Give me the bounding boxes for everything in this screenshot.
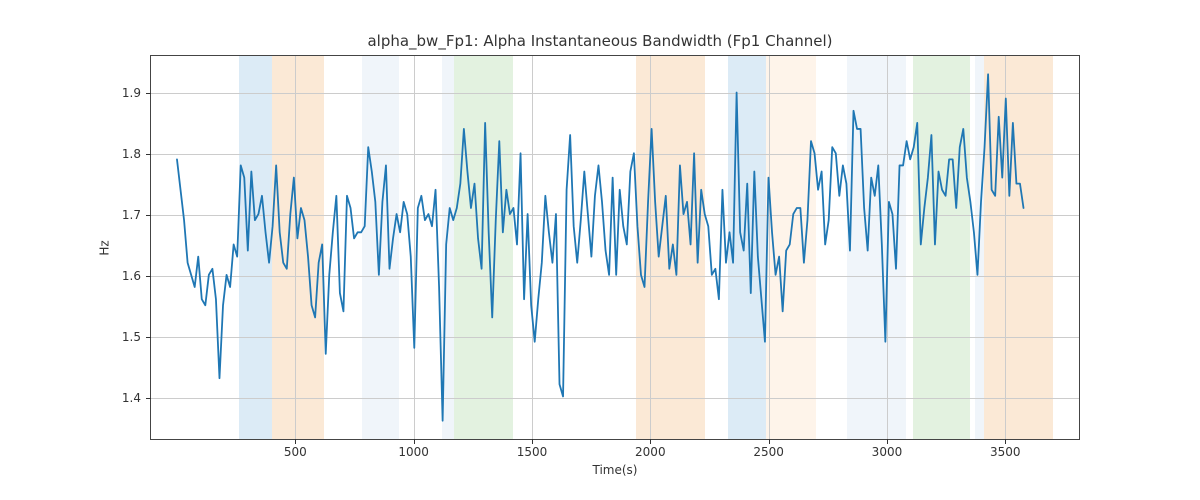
x-tick-mark xyxy=(1005,439,1006,444)
y-tick-mark xyxy=(146,276,151,277)
x-axis-label: Time(s) xyxy=(151,463,1079,477)
chart-figure: alpha_bw_Fp1: Alpha Instantaneous Bandwi… xyxy=(0,0,1200,500)
y-tick-mark xyxy=(146,337,151,338)
series-line xyxy=(177,74,1024,421)
x-tick-label: 3000 xyxy=(872,445,903,459)
y-tick-label: 1.7 xyxy=(122,208,141,222)
chart-axes: 500100015002000250030003500 1.41.51.61.7… xyxy=(150,55,1080,440)
x-tick-mark xyxy=(650,439,651,444)
x-tick-mark xyxy=(887,439,888,444)
x-tick-mark xyxy=(295,439,296,444)
x-tick-label: 3500 xyxy=(990,445,1021,459)
x-tick-label: 2000 xyxy=(635,445,666,459)
plot-area xyxy=(151,56,1079,439)
y-tick-label: 1.5 xyxy=(122,330,141,344)
x-tick-label: 500 xyxy=(284,445,307,459)
x-tick-mark xyxy=(414,439,415,444)
series-layer xyxy=(151,56,1079,439)
chart-title: alpha_bw_Fp1: Alpha Instantaneous Bandwi… xyxy=(0,32,1200,50)
y-tick-label: 1.9 xyxy=(122,86,141,100)
x-tick-label: 1500 xyxy=(517,445,548,459)
y-tick-label: 1.8 xyxy=(122,147,141,161)
x-tick-label: 2500 xyxy=(753,445,784,459)
y-tick-mark xyxy=(146,398,151,399)
x-tick-label: 1000 xyxy=(398,445,429,459)
y-tick-label: 1.6 xyxy=(122,269,141,283)
y-tick-label: 1.4 xyxy=(122,391,141,405)
y-tick-mark xyxy=(146,93,151,94)
x-tick-mark xyxy=(769,439,770,444)
y-axis-label: Hz xyxy=(98,240,112,255)
y-tick-mark xyxy=(146,215,151,216)
y-tick-mark xyxy=(146,154,151,155)
x-tick-mark xyxy=(532,439,533,444)
